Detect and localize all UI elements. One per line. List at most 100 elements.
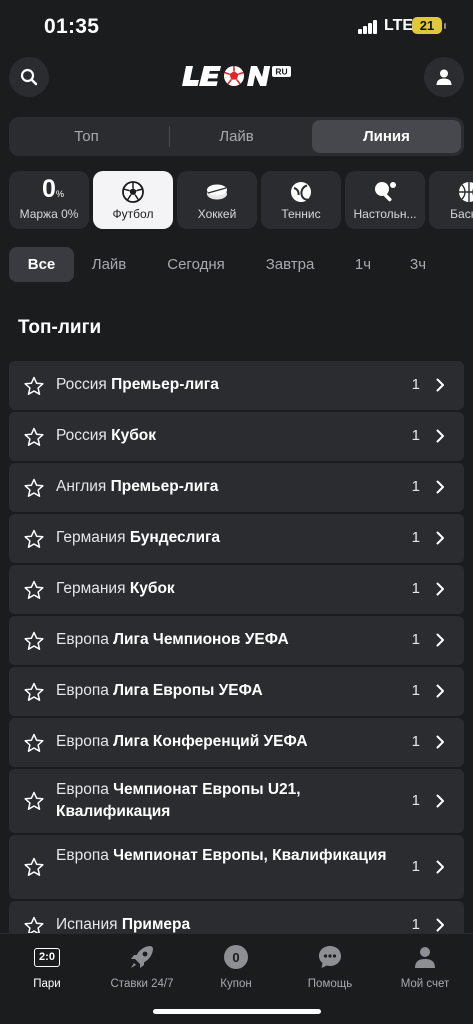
chevron-right-icon	[436, 735, 444, 749]
event-count: 1	[411, 478, 420, 495]
sport-chip-hockey[interactable]: Хоккей	[177, 171, 257, 229]
favorite-star-icon[interactable]	[24, 580, 44, 600]
filter-today[interactable]: Сегодня	[155, 247, 237, 282]
leon-logo: RU	[182, 66, 291, 86]
signal-icon	[358, 20, 378, 34]
league-row[interactable]: Европа Чемпионат Европы, Квалификация 1	[9, 835, 464, 899]
status-bar: 01:35 LTE 21	[0, 0, 473, 52]
league-name: Россия Премьер-лига	[56, 376, 219, 393]
league-row[interactable]: Германия Бундеслига 1	[9, 514, 464, 563]
account-button[interactable]	[424, 57, 464, 97]
nav-label: Ставки 24/7	[110, 978, 174, 990]
favorite-star-icon[interactable]	[24, 682, 44, 702]
chevron-right-icon	[436, 378, 444, 392]
favorite-star-icon[interactable]	[24, 376, 44, 396]
league-name: Европа Чемпионат Европы U21, Квалификаци…	[56, 781, 301, 820]
sport-chip-label: Хоккей	[197, 207, 237, 221]
favorite-star-icon[interactable]	[24, 733, 44, 753]
league-name: Европа Лига Конференций УЕФА	[56, 733, 308, 750]
margin-icon: 0%	[42, 175, 64, 203]
league-name: Европа Чемпионат Европы, Квалификация	[56, 847, 387, 864]
filter-tomorrow[interactable]: Завтра	[255, 247, 325, 282]
network-label: LTE	[384, 17, 414, 34]
status-time: 01:35	[44, 15, 100, 38]
tab-line[interactable]: Линия	[312, 120, 461, 153]
battery-icon: 21	[412, 17, 446, 34]
sport-chip-tennis[interactable]: Теннис	[261, 171, 341, 229]
score-icon: 2:0	[34, 947, 60, 967]
nav-coupon[interactable]: 0 Купон	[189, 942, 283, 990]
nav-label: Помощь	[307, 978, 353, 990]
filter-all[interactable]: Все	[9, 247, 74, 282]
chevron-right-icon	[436, 633, 444, 647]
sport-chip-label: Футбол	[112, 207, 154, 221]
nav-account[interactable]: Мой счет	[378, 942, 472, 990]
league-name: Европа Лига Чемпионов УЕФА	[56, 631, 289, 648]
event-count: 1	[411, 529, 420, 546]
tennis-icon	[291, 182, 311, 202]
nav-bets[interactable]: 2:0 Пари	[0, 942, 94, 990]
favorite-star-icon[interactable]	[24, 857, 44, 877]
svg-text:RU: RU	[275, 67, 287, 77]
chevron-right-icon	[436, 794, 444, 808]
event-count: 1	[411, 376, 420, 393]
favorite-star-icon[interactable]	[24, 916, 44, 933]
time-filters: Все Лайв Сегодня Завтра 1ч 3ч	[0, 247, 473, 282]
event-count: 1	[411, 682, 420, 699]
sport-chip-label: Настольн...	[353, 207, 417, 221]
favorite-star-icon[interactable]	[24, 478, 44, 498]
league-row[interactable]: Европа Лига Конференций УЕФА 1	[9, 718, 464, 767]
filter-3h[interactable]: 3ч	[398, 247, 438, 282]
league-row[interactable]: Россия Премьер-лига 1	[9, 361, 464, 410]
chevron-right-icon	[436, 684, 444, 698]
chevron-right-icon	[436, 531, 444, 545]
sport-chip-margin[interactable]: 0% Маржа 0%	[9, 171, 89, 229]
league-name: Испания Примера	[56, 916, 191, 933]
section-title: Топ-лиги	[18, 317, 102, 338]
league-list: Россия Премьер-лига 1 Россия Кубок 1 Анг…	[9, 361, 464, 933]
league-row[interactable]: Европа Чемпионат Европы U21, Квалификаци…	[9, 769, 464, 833]
user-icon	[415, 947, 435, 968]
league-row[interactable]: Европа Лига Европы УЕФА 1	[9, 667, 464, 716]
favorite-star-icon[interactable]	[24, 631, 44, 651]
sport-chip-label: Маржа 0%	[19, 207, 79, 221]
league-name: Европа Лига Европы УЕФА	[56, 682, 263, 699]
chevron-right-icon	[436, 480, 444, 494]
tab-top[interactable]: Топ	[12, 120, 161, 153]
favorite-star-icon[interactable]	[24, 791, 44, 811]
hockey-icon	[207, 184, 227, 200]
favorite-star-icon[interactable]	[24, 529, 44, 549]
rocket-icon	[131, 946, 153, 968]
event-count: 1	[411, 631, 420, 648]
main-tabs: Топ Лайв Линия	[9, 117, 464, 156]
event-count: 1	[411, 733, 420, 750]
tab-live[interactable]: Лайв	[162, 120, 311, 153]
search-icon	[20, 68, 38, 86]
nav-bets-24-7[interactable]: Ставки 24/7	[95, 942, 189, 990]
league-name: Англия Премьер-лига	[56, 478, 219, 495]
league-name: Германия Кубок	[56, 580, 175, 597]
sport-chip-football[interactable]: Футбол	[93, 171, 173, 229]
sport-chip-basketball[interactable]: Баскет	[429, 171, 473, 229]
user-icon	[436, 69, 452, 85]
league-row[interactable]: Россия Кубок 1	[9, 412, 464, 461]
event-count: 1	[411, 580, 420, 597]
filter-live[interactable]: Лайв	[80, 247, 138, 282]
home-indicator	[153, 1009, 321, 1014]
table-tennis-icon	[375, 182, 396, 202]
league-row[interactable]: Европа Лига Чемпионов УЕФА 1	[9, 616, 464, 665]
nav-label: Купон	[220, 978, 252, 990]
sport-chip-table-tennis[interactable]: Настольн...	[345, 171, 425, 229]
chevron-right-icon	[436, 860, 444, 874]
filter-1h[interactable]: 1ч	[343, 247, 383, 282]
nav-help[interactable]: Помощь	[283, 942, 377, 990]
search-button[interactable]	[9, 57, 49, 97]
event-count: 1	[411, 427, 420, 444]
favorite-star-icon[interactable]	[24, 427, 44, 447]
event-count: 1	[411, 792, 420, 809]
league-row[interactable]: Германия Кубок 1	[9, 565, 464, 614]
league-row[interactable]: Испания Примера 1	[9, 901, 464, 933]
sport-chip-label: Теннис	[281, 207, 321, 221]
sports-carousel[interactable]: 0% Маржа 0% Футбол Хоккей Теннис Настоль…	[0, 171, 473, 229]
league-row[interactable]: Англия Премьер-лига 1	[9, 463, 464, 512]
